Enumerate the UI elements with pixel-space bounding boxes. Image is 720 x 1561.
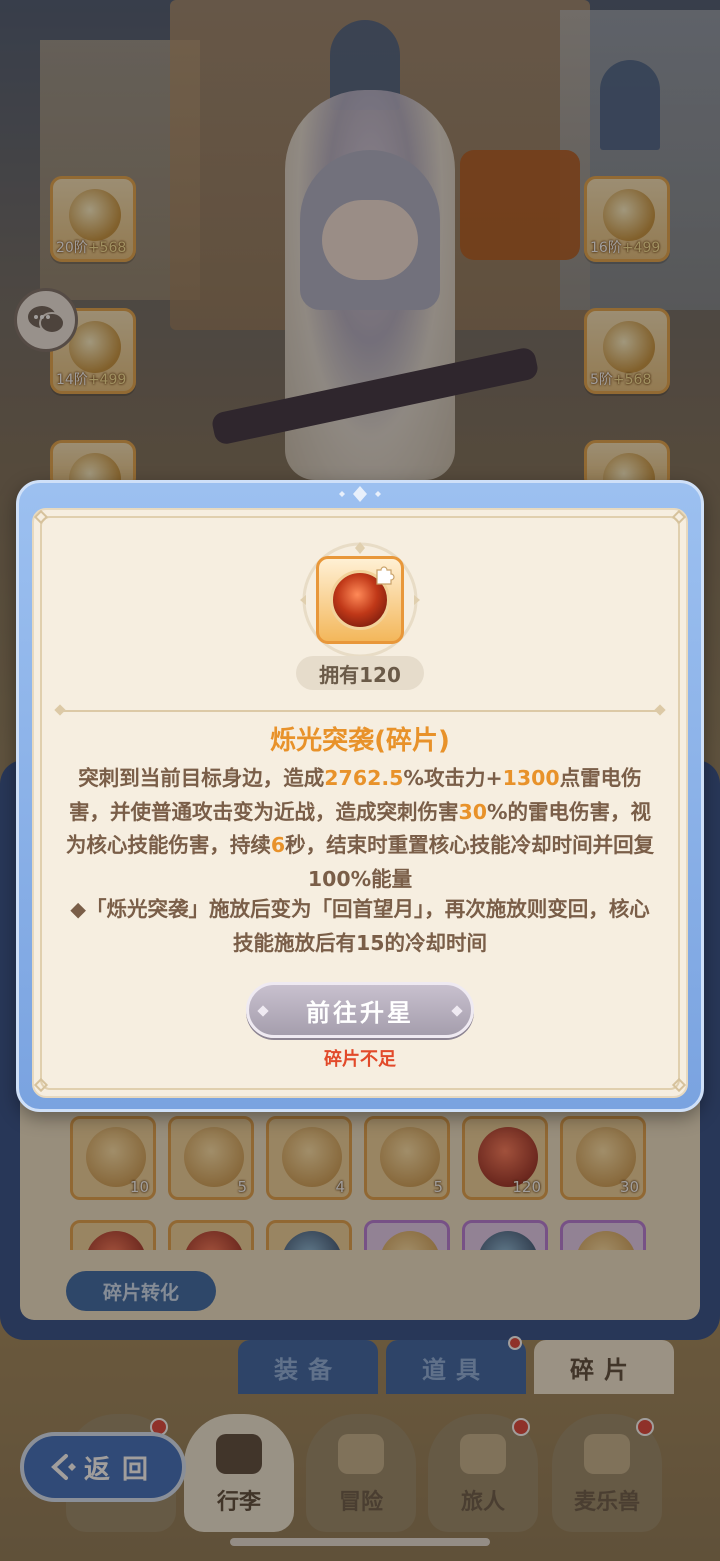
diamond-ornament: [257, 1005, 269, 1017]
button-label: 前往升星: [306, 998, 414, 1027]
diamond-ornament: [451, 1005, 463, 1017]
modal-backdrop[interactable]: [0, 0, 720, 1561]
go-upgrade-star-button[interactable]: 前往升星: [246, 982, 474, 1038]
